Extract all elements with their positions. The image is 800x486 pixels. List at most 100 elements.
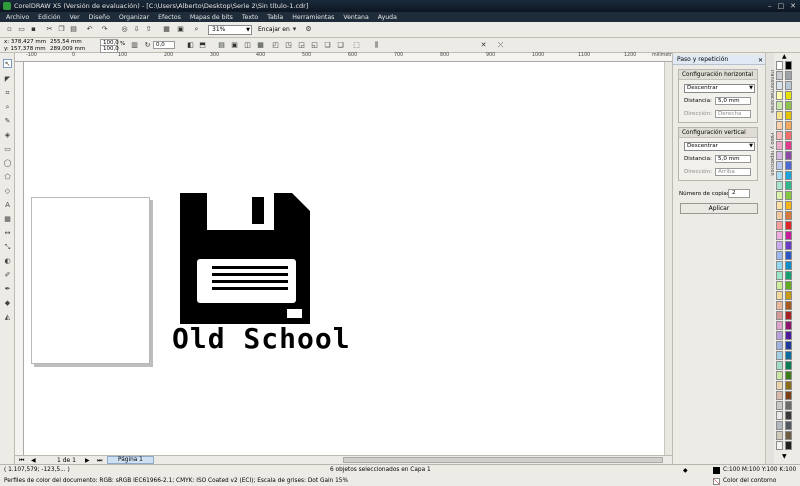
color-swatch[interactable] [776,261,783,270]
color-swatch[interactable] [776,331,783,340]
ungroup-all-icon[interactable]: ▦ [256,41,265,50]
color-swatch[interactable] [776,441,783,450]
color-swatch[interactable] [776,181,783,190]
zoom-options-icon[interactable]: ⌕ [192,25,201,34]
minimize-button[interactable]: – [768,1,772,11]
menu-efectos[interactable]: Efectos [158,14,181,21]
color-swatch[interactable] [776,211,783,220]
color-swatch[interactable] [776,161,783,170]
color-swatch[interactable] [785,241,792,250]
break-apart-icon[interactable]: ✕ [479,41,488,50]
color-swatch[interactable] [776,351,783,360]
color-swatch[interactable] [776,131,783,140]
color-swatch[interactable] [785,321,792,330]
color-swatch[interactable] [776,401,783,410]
color-swatch[interactable] [776,121,783,130]
color-swatch[interactable] [785,131,792,140]
horizontal-scrollbar[interactable] [343,457,663,463]
interactive-fill-icon[interactable]: ◭ [3,313,12,322]
menu-edicion[interactable]: Edición [38,14,60,21]
color-swatch[interactable] [785,151,792,160]
color-swatch[interactable] [776,111,783,120]
application-launcher-icon[interactable]: ▦ [162,25,171,34]
color-swatch[interactable] [776,281,783,290]
floppy-shutter-slot[interactable] [252,197,264,224]
close-button[interactable]: ✕ [790,1,796,11]
menu-ver[interactable]: Ver [70,14,80,21]
menu-organizar[interactable]: Organizar [119,14,149,21]
trim-icon[interactable]: ◳ [284,41,293,50]
color-swatch[interactable] [785,341,792,350]
horizontal-mode-select[interactable]: Descentrar ▼ [684,84,755,93]
color-swatch[interactable] [776,241,783,250]
width-field[interactable]: 255,54 mm [50,39,85,46]
color-swatch[interactable] [785,401,792,410]
polygon-tool-icon[interactable]: ⬠ [3,173,12,182]
snap-dropdown-icon[interactable]: ▾ [290,25,299,34]
export-icon[interactable]: ⇧ [144,25,153,34]
color-swatch[interactable] [776,141,783,150]
redo-icon[interactable]: ↷ [100,25,109,34]
color-swatch[interactable] [776,61,783,70]
paste-icon[interactable]: ▤ [69,25,78,34]
ellipse-tool-icon[interactable]: ◯ [3,159,12,168]
vertical-distance-field[interactable]: 5,0 mm [715,155,751,163]
cut-icon[interactable]: ✂ [45,25,54,34]
color-swatch[interactable] [776,151,783,160]
color-swatch[interactable] [776,71,783,80]
color-swatch[interactable] [776,341,783,350]
close-icon[interactable]: ✕ [758,56,763,66]
color-swatch[interactable] [785,121,792,130]
search-content-icon[interactable]: ◎ [120,25,129,34]
import-icon[interactable]: ⇩ [132,25,141,34]
color-swatch[interactable] [785,331,792,340]
basic-shapes-icon[interactable]: ◇ [3,187,12,196]
color-swatch[interactable] [785,141,792,150]
crop-tool-icon[interactable]: ⌗ [3,89,12,98]
color-swatch[interactable] [776,391,783,400]
group-icon[interactable]: ▣ [230,41,239,50]
color-swatch[interactable] [785,431,792,440]
color-swatch[interactable] [785,261,792,270]
color-swatch[interactable] [785,391,792,400]
smart-fill-icon[interactable]: ◈ [3,131,12,140]
menu-archivo[interactable]: Archivo [6,14,29,21]
color-swatch[interactable] [785,81,792,90]
color-swatch[interactable] [785,371,792,380]
color-swatch[interactable] [776,361,783,370]
color-profiles[interactable]: Perfiles de color del documento: RGB: sR… [4,478,348,484]
lock-ratio-icon[interactable]: ▥ [130,41,139,50]
color-swatch[interactable] [785,361,792,370]
copy-icon[interactable]: ❐ [57,25,66,34]
color-swatch[interactable] [785,251,792,260]
color-swatch[interactable] [785,171,792,180]
outline-pen-icon[interactable]: ✒ [3,285,12,294]
color-swatch[interactable] [785,201,792,210]
color-swatch[interactable] [785,91,792,100]
color-swatch[interactable] [776,381,783,390]
color-swatch[interactable] [785,71,792,80]
color-swatch[interactable] [776,91,783,100]
vertical-direction-select[interactable]: Arriba [715,168,751,176]
color-swatch[interactable] [785,191,792,200]
zoom-tool-icon[interactable]: ⌕ [3,103,12,112]
vertical-scrollbar[interactable] [664,62,672,455]
convert-to-curves-icon[interactable]: ⤫ [496,41,505,50]
color-swatch[interactable] [776,231,783,240]
back-minus-front-icon[interactable]: ❑ [336,41,345,50]
scale-height-field[interactable]: 100,0 [100,45,119,53]
simplify-icon[interactable]: ◱ [310,41,319,50]
color-swatch[interactable] [776,421,783,430]
color-swatch[interactable] [785,291,792,300]
color-swatch[interactable] [776,191,783,200]
vertical-mode-select[interactable]: Descentrar ▼ [684,142,755,151]
undo-icon[interactable]: ↶ [85,25,94,34]
shape-tool-icon[interactable]: ◤ [3,75,12,84]
color-swatch[interactable] [776,411,783,420]
color-swatch[interactable] [785,181,792,190]
mirror-vertical-icon[interactable]: ⬒ [198,41,207,50]
horizontal-direction-select[interactable]: Derecha [715,110,751,118]
table-tool-icon[interactable]: ▦ [3,215,12,224]
color-swatch[interactable] [785,441,792,450]
color-swatch[interactable] [776,221,783,230]
